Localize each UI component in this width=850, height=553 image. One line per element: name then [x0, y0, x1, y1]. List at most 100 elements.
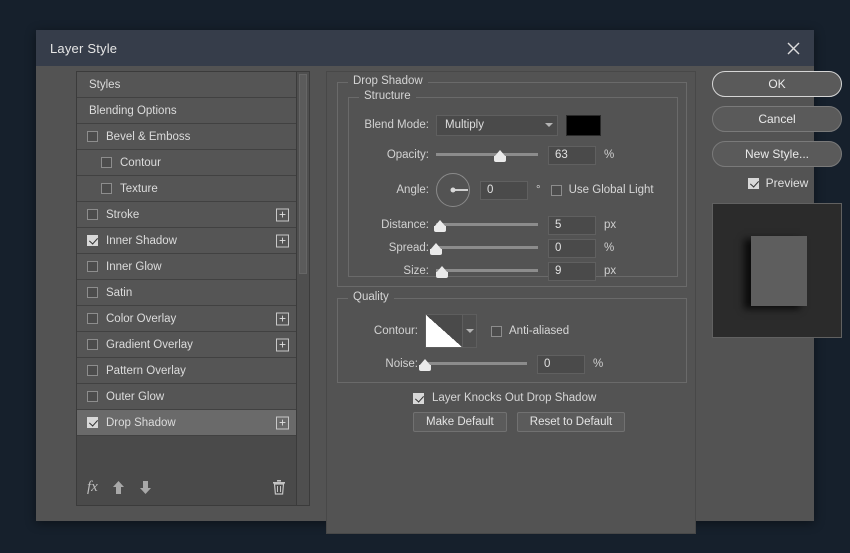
style-enable-checkbox[interactable] [87, 261, 98, 272]
style-enable-checkbox[interactable] [87, 235, 98, 246]
style-enable-checkbox[interactable] [101, 183, 112, 194]
blend-mode-select[interactable]: Multiply [436, 114, 558, 136]
style-enable-checkbox[interactable] [87, 417, 98, 428]
opacity-slider[interactable] [436, 145, 538, 165]
style-row-inner-glow[interactable]: Inner Glow [77, 254, 296, 280]
styles-list[interactable]: Styles Blending Options Bevel & Emboss Cont… [77, 72, 296, 469]
style-enable-checkbox[interactable] [87, 131, 98, 142]
size-row: Size: 9 px [355, 260, 616, 282]
style-row-outer-glow[interactable]: Outer Glow [77, 384, 296, 410]
scrollbar-thumb[interactable] [299, 74, 307, 274]
opacity-input[interactable]: 63 [548, 145, 596, 165]
noise-slider-knob[interactable] [418, 359, 432, 371]
styles-list-scrollbar[interactable] [296, 71, 310, 506]
reset-to-default-button[interactable]: Reset to Default [516, 412, 626, 432]
style-row-stroke[interactable]: Stroke + [77, 202, 296, 228]
anti-aliased-checkbox[interactable]: Anti-aliased [491, 325, 569, 337]
distance-slider[interactable] [433, 215, 538, 235]
make-default-button[interactable]: Make Default [413, 412, 507, 432]
spread-slider-knob[interactable] [429, 243, 443, 255]
ok-button[interactable]: OK [712, 71, 842, 97]
noise-input[interactable]: 0 [537, 354, 585, 374]
angle-label: Angle: [396, 184, 429, 196]
style-row-label: Color Overlay [106, 312, 177, 325]
style-row-label: Bevel & Emboss [106, 130, 191, 143]
add-effect-icon[interactable]: + [276, 234, 289, 247]
style-row-gradient-overlay[interactable]: Gradient Overlay + [77, 332, 296, 358]
structure-group-legend: Structure [359, 90, 416, 102]
add-effect-icon[interactable]: + [276, 208, 289, 221]
fx-icon[interactable]: fx [87, 479, 98, 496]
spread-slider-track [436, 246, 538, 249]
size-slider[interactable] [435, 261, 538, 281]
style-enable-checkbox[interactable] [87, 209, 98, 220]
cancel-button[interactable]: Cancel [712, 106, 842, 132]
contour-dropdown-button[interactable] [463, 314, 477, 348]
trash-icon[interactable] [272, 479, 286, 495]
add-effect-icon[interactable]: + [276, 312, 289, 325]
dialog-title: Layer Style [50, 40, 118, 56]
spread-slider[interactable] [429, 238, 538, 258]
contour-label: Contour: [373, 325, 418, 337]
spread-row: Spread: 0 % [355, 237, 614, 259]
close-icon[interactable] [780, 35, 806, 61]
style-row-blending-options[interactable]: Blending Options [77, 98, 296, 124]
style-enable-checkbox[interactable] [87, 365, 98, 376]
style-row-styles[interactable]: Styles [77, 72, 296, 98]
shadow-color-swatch[interactable] [566, 114, 601, 136]
style-row-label: Stroke [106, 208, 140, 221]
add-effect-icon[interactable]: + [276, 416, 289, 429]
drop-shadow-group-legend: Drop Shadow [348, 75, 428, 87]
style-row-satin[interactable]: Satin [77, 280, 296, 306]
style-row-color-overlay[interactable]: Color Overlay + [77, 306, 296, 332]
arrow-down-icon[interactable] [139, 480, 152, 495]
angle-row: Angle: 0 ° Use Global Light [355, 172, 654, 208]
blend-mode-label: Blend Mode: [364, 119, 429, 131]
layer-knocks-out-box[interactable] [413, 392, 424, 404]
style-enable-checkbox[interactable] [87, 313, 98, 324]
angle-input[interactable]: 0 [480, 180, 528, 200]
opacity-slider-track [436, 153, 538, 156]
drop-shadow-group: Drop Shadow Structure Blend Mode: Multip… [337, 75, 687, 287]
style-row-drop-shadow[interactable]: Drop Shadow + [77, 410, 296, 436]
style-enable-checkbox[interactable] [87, 391, 98, 402]
size-input[interactable]: 9 [548, 261, 596, 281]
style-row-inner-shadow[interactable]: Inner Shadow + [77, 228, 296, 254]
style-row-content: Color Overlay [87, 313, 176, 325]
style-row-pattern-overlay[interactable]: Pattern Overlay [77, 358, 296, 384]
styles-footer-toolbar: fx [77, 469, 296, 505]
size-slider-knob[interactable] [435, 266, 449, 278]
preview-box[interactable] [747, 177, 759, 189]
layer-knocks-out-checkbox[interactable]: Layer Knocks Out Drop Shadow [413, 392, 596, 404]
new-style-button[interactable]: New Style... [712, 141, 842, 167]
noise-slider[interactable] [418, 354, 527, 374]
style-enable-checkbox[interactable] [87, 339, 98, 350]
spread-label: Spread: [388, 242, 429, 254]
style-row-content: Drop Shadow [87, 417, 176, 429]
dialog-actions-panel: OK Cancel New Style... Preview [712, 71, 844, 338]
style-row-content: Bevel & Emboss [87, 131, 190, 143]
style-row-contour[interactable]: Contour [77, 150, 296, 176]
style-enable-checkbox[interactable] [101, 157, 112, 168]
style-row-texture[interactable]: Texture [77, 176, 296, 202]
use-global-light-checkbox[interactable]: Use Global Light [550, 184, 654, 196]
dialog-titlebar: Layer Style [36, 30, 814, 66]
size-label: Size: [403, 265, 429, 277]
spread-input[interactable]: 0 [548, 238, 596, 258]
style-enable-checkbox[interactable] [87, 287, 98, 298]
opacity-slider-knob[interactable] [493, 150, 507, 162]
contour-preview[interactable] [425, 314, 463, 348]
style-row-content: Texture [101, 183, 158, 195]
angle-dial[interactable] [436, 173, 470, 207]
distance-slider-knob[interactable] [433, 220, 447, 232]
style-row-label: Contour [120, 156, 161, 169]
anti-aliased-box[interactable] [491, 325, 502, 337]
use-global-light-label: Use Global Light [568, 184, 654, 196]
effect-settings-panel: Drop Shadow Structure Blend Mode: Multip… [326, 71, 696, 534]
use-global-light-box[interactable] [550, 184, 562, 196]
style-row-bevel-emboss[interactable]: Bevel & Emboss [77, 124, 296, 150]
preview-checkbox[interactable]: Preview [712, 176, 844, 190]
add-effect-icon[interactable]: + [276, 338, 289, 351]
distance-input[interactable]: 5 [548, 215, 596, 235]
arrow-up-icon[interactable] [112, 480, 125, 495]
